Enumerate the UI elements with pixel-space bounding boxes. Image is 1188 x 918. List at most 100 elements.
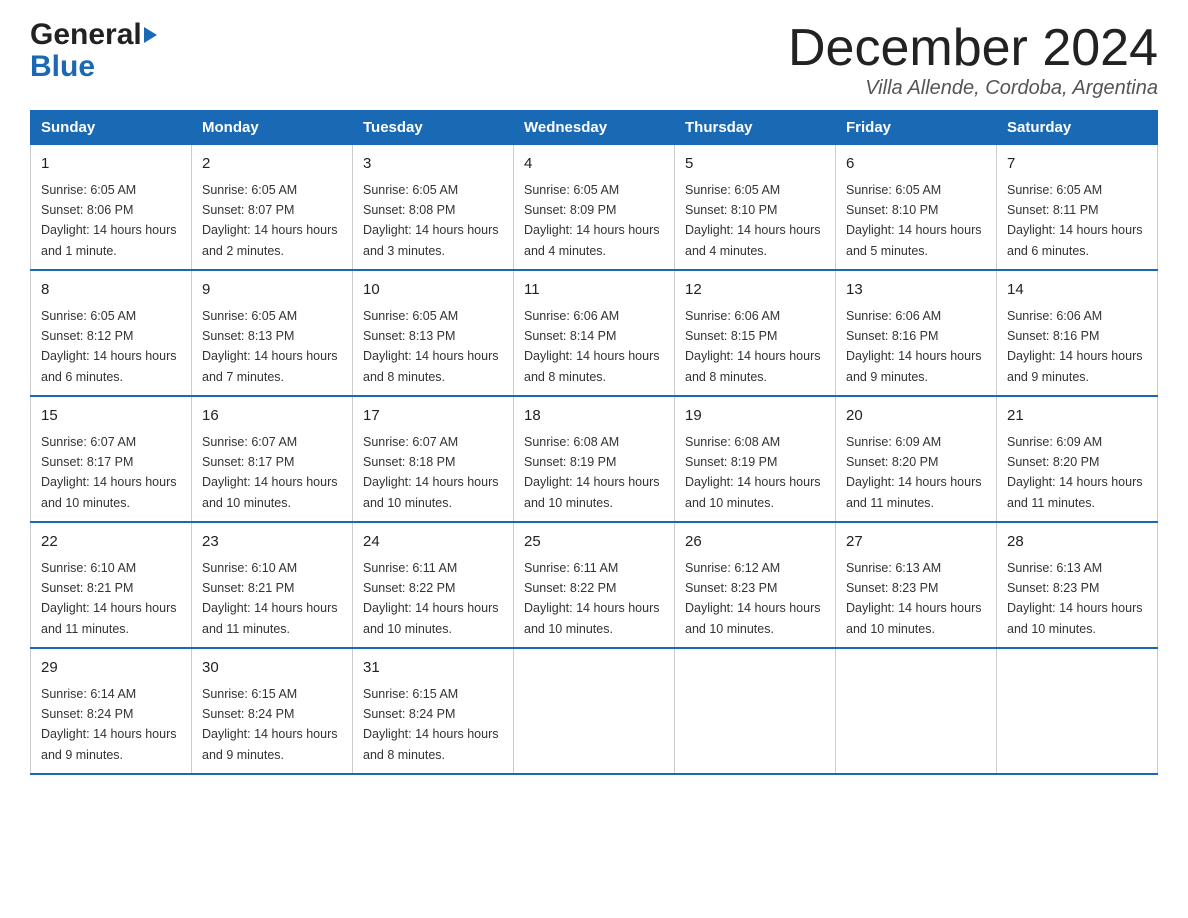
- calendar-cell: 6 Sunrise: 6:05 AMSunset: 8:10 PMDayligh…: [836, 145, 997, 271]
- calendar-cell: 13 Sunrise: 6:06 AMSunset: 8:16 PMDaylig…: [836, 270, 997, 396]
- calendar-cell: [514, 648, 675, 774]
- day-info: Sunrise: 6:05 AMSunset: 8:06 PMDaylight:…: [41, 183, 177, 258]
- calendar-title: December 2024: [788, 20, 1158, 77]
- day-number: 1: [41, 153, 181, 176]
- calendar-cell: 7 Sunrise: 6:05 AMSunset: 8:11 PMDayligh…: [997, 145, 1158, 271]
- logo: General Blue: [30, 20, 159, 84]
- day-number: 21: [1007, 405, 1147, 428]
- calendar-week-row-3: 15 Sunrise: 6:07 AMSunset: 8:17 PMDaylig…: [31, 396, 1158, 522]
- day-number: 19: [685, 405, 825, 428]
- calendar-table: SundayMondayTuesdayWednesdayThursdayFrid…: [30, 110, 1158, 775]
- calendar-cell: 28 Sunrise: 6:13 AMSunset: 8:23 PMDaylig…: [997, 522, 1158, 648]
- calendar-cell: 31 Sunrise: 6:15 AMSunset: 8:24 PMDaylig…: [353, 648, 514, 774]
- calendar-cell: [836, 648, 997, 774]
- calendar-cell: 15 Sunrise: 6:07 AMSunset: 8:17 PMDaylig…: [31, 396, 192, 522]
- column-header-saturday: Saturday: [997, 111, 1158, 145]
- column-header-wednesday: Wednesday: [514, 111, 675, 145]
- day-info: Sunrise: 6:06 AMSunset: 8:14 PMDaylight:…: [524, 309, 660, 384]
- column-header-friday: Friday: [836, 111, 997, 145]
- day-number: 24: [363, 531, 503, 554]
- day-info: Sunrise: 6:10 AMSunset: 8:21 PMDaylight:…: [202, 561, 338, 636]
- day-info: Sunrise: 6:13 AMSunset: 8:23 PMDaylight:…: [846, 561, 982, 636]
- calendar-cell: 23 Sunrise: 6:10 AMSunset: 8:21 PMDaylig…: [192, 522, 353, 648]
- calendar-cell: 27 Sunrise: 6:13 AMSunset: 8:23 PMDaylig…: [836, 522, 997, 648]
- day-info: Sunrise: 6:05 AMSunset: 8:12 PMDaylight:…: [41, 309, 177, 384]
- day-info: Sunrise: 6:06 AMSunset: 8:16 PMDaylight:…: [846, 309, 982, 384]
- day-info: Sunrise: 6:11 AMSunset: 8:22 PMDaylight:…: [363, 561, 499, 636]
- day-info: Sunrise: 6:09 AMSunset: 8:20 PMDaylight:…: [846, 435, 982, 510]
- day-info: Sunrise: 6:05 AMSunset: 8:10 PMDaylight:…: [846, 183, 982, 258]
- calendar-cell: 24 Sunrise: 6:11 AMSunset: 8:22 PMDaylig…: [353, 522, 514, 648]
- day-info: Sunrise: 6:06 AMSunset: 8:16 PMDaylight:…: [1007, 309, 1143, 384]
- day-info: Sunrise: 6:11 AMSunset: 8:22 PMDaylight:…: [524, 561, 660, 636]
- logo-general-text: General: [30, 20, 142, 50]
- day-number: 31: [363, 657, 503, 680]
- day-number: 28: [1007, 531, 1147, 554]
- column-header-monday: Monday: [192, 111, 353, 145]
- calendar-cell: 9 Sunrise: 6:05 AMSunset: 8:13 PMDayligh…: [192, 270, 353, 396]
- day-info: Sunrise: 6:07 AMSunset: 8:17 PMDaylight:…: [41, 435, 177, 510]
- day-number: 2: [202, 153, 342, 176]
- calendar-subtitle: Villa Allende, Cordoba, Argentina: [788, 77, 1158, 100]
- calendar-cell: 26 Sunrise: 6:12 AMSunset: 8:23 PMDaylig…: [675, 522, 836, 648]
- day-number: 22: [41, 531, 181, 554]
- calendar-week-row-1: 1 Sunrise: 6:05 AMSunset: 8:06 PMDayligh…: [31, 145, 1158, 271]
- day-info: Sunrise: 6:13 AMSunset: 8:23 PMDaylight:…: [1007, 561, 1143, 636]
- day-info: Sunrise: 6:09 AMSunset: 8:20 PMDaylight:…: [1007, 435, 1143, 510]
- calendar-cell: 25 Sunrise: 6:11 AMSunset: 8:22 PMDaylig…: [514, 522, 675, 648]
- day-info: Sunrise: 6:05 AMSunset: 8:10 PMDaylight:…: [685, 183, 821, 258]
- day-info: Sunrise: 6:08 AMSunset: 8:19 PMDaylight:…: [524, 435, 660, 510]
- calendar-cell: 18 Sunrise: 6:08 AMSunset: 8:19 PMDaylig…: [514, 396, 675, 522]
- calendar-cell: 3 Sunrise: 6:05 AMSunset: 8:08 PMDayligh…: [353, 145, 514, 271]
- calendar-cell: 19 Sunrise: 6:08 AMSunset: 8:19 PMDaylig…: [675, 396, 836, 522]
- day-number: 6: [846, 153, 986, 176]
- day-number: 9: [202, 279, 342, 302]
- day-number: 4: [524, 153, 664, 176]
- logo-blue-text: Blue: [30, 50, 95, 83]
- calendar-cell: 14 Sunrise: 6:06 AMSunset: 8:16 PMDaylig…: [997, 270, 1158, 396]
- day-info: Sunrise: 6:15 AMSunset: 8:24 PMDaylight:…: [363, 687, 499, 762]
- day-number: 30: [202, 657, 342, 680]
- calendar-cell: 10 Sunrise: 6:05 AMSunset: 8:13 PMDaylig…: [353, 270, 514, 396]
- calendar-week-row-2: 8 Sunrise: 6:05 AMSunset: 8:12 PMDayligh…: [31, 270, 1158, 396]
- day-number: 18: [524, 405, 664, 428]
- column-header-thursday: Thursday: [675, 111, 836, 145]
- calendar-cell: 11 Sunrise: 6:06 AMSunset: 8:14 PMDaylig…: [514, 270, 675, 396]
- day-info: Sunrise: 6:05 AMSunset: 8:08 PMDaylight:…: [363, 183, 499, 258]
- calendar-cell: 21 Sunrise: 6:09 AMSunset: 8:20 PMDaylig…: [997, 396, 1158, 522]
- day-info: Sunrise: 6:05 AMSunset: 8:13 PMDaylight:…: [363, 309, 499, 384]
- day-number: 27: [846, 531, 986, 554]
- day-number: 20: [846, 405, 986, 428]
- calendar-cell: 1 Sunrise: 6:05 AMSunset: 8:06 PMDayligh…: [31, 145, 192, 271]
- day-info: Sunrise: 6:05 AMSunset: 8:13 PMDaylight:…: [202, 309, 338, 384]
- day-info: Sunrise: 6:07 AMSunset: 8:17 PMDaylight:…: [202, 435, 338, 510]
- calendar-cell: 30 Sunrise: 6:15 AMSunset: 8:24 PMDaylig…: [192, 648, 353, 774]
- calendar-cell: 4 Sunrise: 6:05 AMSunset: 8:09 PMDayligh…: [514, 145, 675, 271]
- calendar-cell: 22 Sunrise: 6:10 AMSunset: 8:21 PMDaylig…: [31, 522, 192, 648]
- day-info: Sunrise: 6:05 AMSunset: 8:11 PMDaylight:…: [1007, 183, 1143, 258]
- calendar-cell: 29 Sunrise: 6:14 AMSunset: 8:24 PMDaylig…: [31, 648, 192, 774]
- day-info: Sunrise: 6:14 AMSunset: 8:24 PMDaylight:…: [41, 687, 177, 762]
- day-number: 12: [685, 279, 825, 302]
- day-number: 15: [41, 405, 181, 428]
- day-number: 7: [1007, 153, 1147, 176]
- day-number: 10: [363, 279, 503, 302]
- calendar-week-row-4: 22 Sunrise: 6:10 AMSunset: 8:21 PMDaylig…: [31, 522, 1158, 648]
- calendar-cell: 17 Sunrise: 6:07 AMSunset: 8:18 PMDaylig…: [353, 396, 514, 522]
- day-number: 3: [363, 153, 503, 176]
- day-number: 23: [202, 531, 342, 554]
- calendar-cell: [675, 648, 836, 774]
- day-info: Sunrise: 6:08 AMSunset: 8:19 PMDaylight:…: [685, 435, 821, 510]
- calendar-cell: 16 Sunrise: 6:07 AMSunset: 8:17 PMDaylig…: [192, 396, 353, 522]
- day-number: 13: [846, 279, 986, 302]
- day-info: Sunrise: 6:06 AMSunset: 8:15 PMDaylight:…: [685, 309, 821, 384]
- calendar-cell: [997, 648, 1158, 774]
- calendar-cell: 2 Sunrise: 6:05 AMSunset: 8:07 PMDayligh…: [192, 145, 353, 271]
- day-number: 5: [685, 153, 825, 176]
- day-info: Sunrise: 6:07 AMSunset: 8:18 PMDaylight:…: [363, 435, 499, 510]
- calendar-cell: 20 Sunrise: 6:09 AMSunset: 8:20 PMDaylig…: [836, 396, 997, 522]
- logo-arrow-icon: [144, 27, 157, 43]
- day-info: Sunrise: 6:15 AMSunset: 8:24 PMDaylight:…: [202, 687, 338, 762]
- day-number: 25: [524, 531, 664, 554]
- column-header-tuesday: Tuesday: [353, 111, 514, 145]
